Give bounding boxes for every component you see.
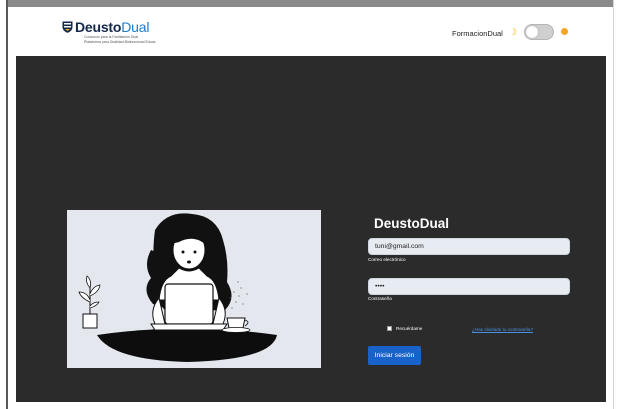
woman-at-laptop-illustration bbox=[78, 213, 277, 362]
moon-icon: ☽ bbox=[509, 27, 518, 37]
top-header: DeustoDual Consorcio para la Facilitació… bbox=[16, 14, 606, 54]
theme-toggle[interactable] bbox=[524, 24, 554, 40]
logo-subtitle-line2: Plataforma para Dualidad Bidireccional E… bbox=[84, 39, 156, 44]
shield-logo-icon bbox=[62, 21, 73, 33]
password-input[interactable]: •••• bbox=[368, 278, 570, 295]
sun-icon bbox=[561, 28, 568, 35]
window-left-border bbox=[0, 0, 8, 409]
window-right-border bbox=[613, 0, 619, 409]
toggle-knob bbox=[526, 26, 538, 38]
remember-me[interactable]: Recuérdame bbox=[387, 326, 422, 331]
login-title: DeustoDual bbox=[374, 216, 450, 231]
login-illustration bbox=[67, 210, 321, 368]
remember-checkbox[interactable] bbox=[387, 326, 392, 331]
logo-subtitle: Consorcio para la Facilitación Dual Plat… bbox=[84, 35, 184, 44]
user-name[interactable]: FormacionDual bbox=[452, 29, 503, 38]
remember-label: Recuérdame bbox=[396, 326, 423, 331]
email-input[interactable]: tuni@gmail.com bbox=[368, 238, 570, 255]
deustodual-logo[interactable]: DeustoDual bbox=[62, 20, 149, 34]
browser-frame: DeustoDual Consorcio para la Facilitació… bbox=[0, 0, 619, 409]
logo-brand-light: Dual bbox=[121, 19, 150, 35]
login-button[interactable]: Iniciar sesión bbox=[368, 346, 421, 365]
login-panel: DeustoDual tuni@gmail.com Correo electró… bbox=[16, 56, 606, 402]
forgot-password-link[interactable]: ¿Has olvidado tu contraseña? bbox=[472, 327, 533, 332]
logo-brand-bold: Deusto bbox=[75, 19, 122, 35]
email-label: Correo electrónico bbox=[368, 257, 406, 262]
logo-wordmark: DeustoDual bbox=[75, 20, 149, 34]
password-label: Contraseña bbox=[368, 296, 392, 301]
window-top-border bbox=[0, 0, 619, 7]
